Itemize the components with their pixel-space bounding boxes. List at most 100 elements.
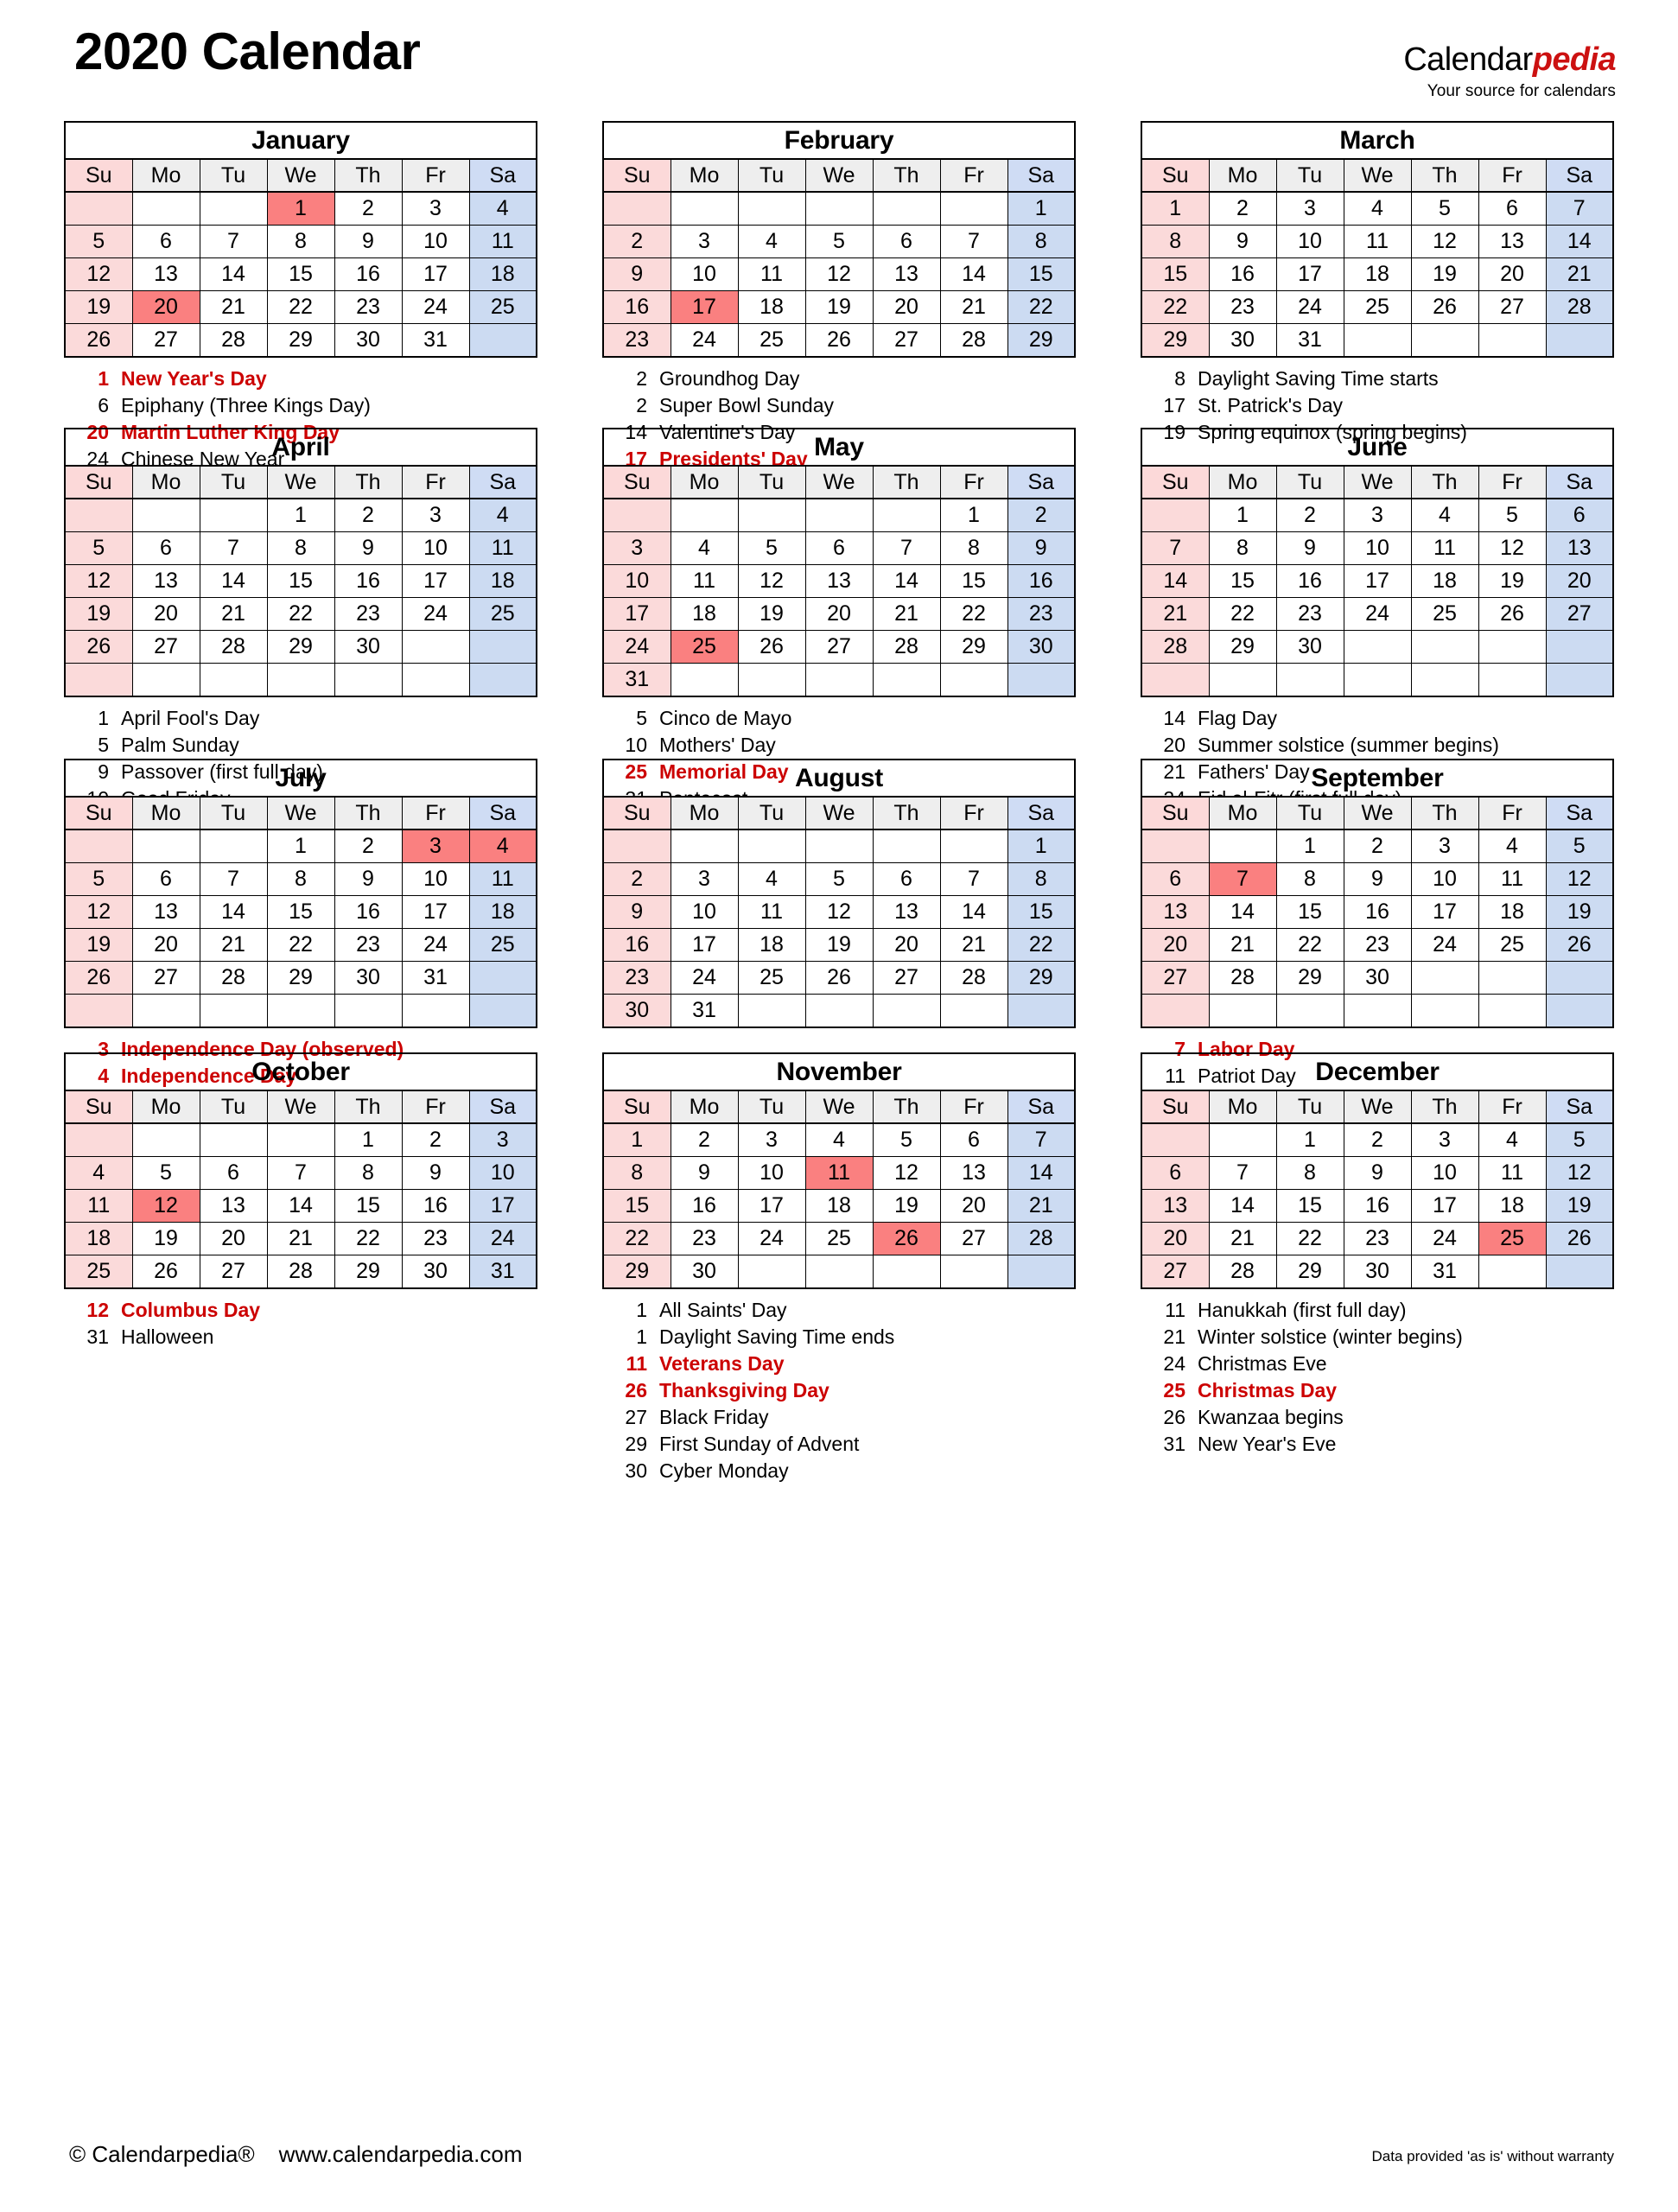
day-cell[interactable]: 27 (1545, 597, 1614, 631)
day-cell[interactable]: 10 (401, 225, 470, 258)
day-cell[interactable]: 9 (1275, 531, 1344, 565)
day-cell[interactable]: 1 (1275, 1122, 1344, 1157)
day-cell[interactable]: 27 (804, 630, 874, 664)
day-cell[interactable]: 6 (1545, 498, 1614, 532)
day-cell[interactable]: 29 (1275, 961, 1344, 995)
day-cell[interactable]: 17 (468, 1189, 537, 1223)
day-cell[interactable]: 8 (266, 531, 335, 565)
day-cell[interactable]: 1 (1007, 191, 1076, 226)
day-cell[interactable]: 13 (131, 564, 200, 598)
day-cell[interactable]: 29 (1141, 323, 1210, 358)
day-cell[interactable]: 9 (1343, 1156, 1412, 1190)
day-cell[interactable]: 16 (401, 1189, 470, 1223)
day-cell[interactable]: 8 (1141, 225, 1210, 258)
day-cell[interactable]: 31 (602, 663, 671, 697)
day-cell[interactable]: 18 (468, 564, 537, 598)
day-cell[interactable]: 28 (1208, 961, 1277, 995)
day-cell[interactable]: 15 (1275, 1189, 1344, 1223)
day-cell[interactable]: 19 (1545, 895, 1614, 929)
day-cell[interactable]: 24 (1343, 597, 1412, 631)
day-cell[interactable]: 12 (64, 895, 133, 929)
day-cell[interactable]: 11 (804, 1156, 874, 1190)
day-cell[interactable]: 25 (468, 597, 537, 631)
day-cell[interactable]: 15 (266, 257, 335, 291)
day-cell[interactable]: 22 (1275, 1222, 1344, 1255)
day-cell[interactable]: 16 (1275, 564, 1344, 598)
day-cell[interactable]: 12 (804, 257, 874, 291)
day-cell[interactable]: 2 (670, 1122, 739, 1157)
day-cell[interactable]: 30 (602, 994, 671, 1028)
day-cell[interactable]: 8 (939, 531, 1008, 565)
day-cell[interactable]: 24 (468, 1222, 537, 1255)
day-cell[interactable]: 8 (334, 1156, 403, 1190)
day-cell[interactable]: 9 (602, 895, 671, 929)
day-cell[interactable]: 26 (872, 1222, 941, 1255)
day-cell[interactable]: 7 (872, 531, 941, 565)
day-cell[interactable]: 12 (1478, 531, 1547, 565)
day-cell[interactable]: 2 (1343, 829, 1412, 863)
day-cell[interactable]: 30 (1275, 630, 1344, 664)
day-cell[interactable]: 16 (670, 1189, 739, 1223)
day-cell[interactable]: 18 (468, 895, 537, 929)
day-cell[interactable]: 16 (602, 290, 671, 324)
day-cell[interactable]: 23 (1007, 597, 1076, 631)
day-cell[interactable]: 29 (1275, 1255, 1344, 1289)
day-cell[interactable]: 8 (1007, 862, 1076, 896)
day-cell[interactable]: 22 (266, 597, 335, 631)
day-cell[interactable]: 4 (737, 225, 806, 258)
day-cell[interactable]: 12 (872, 1156, 941, 1190)
day-cell[interactable]: 17 (401, 564, 470, 598)
day-cell[interactable]: 24 (1410, 928, 1479, 962)
day-cell[interactable]: 17 (1343, 564, 1412, 598)
day-cell[interactable]: 17 (1275, 257, 1344, 291)
day-cell[interactable]: 19 (64, 290, 133, 324)
day-cell[interactable]: 19 (64, 597, 133, 631)
day-cell[interactable]: 24 (401, 928, 470, 962)
day-cell[interactable]: 31 (401, 323, 470, 358)
day-cell[interactable]: 24 (1410, 1222, 1479, 1255)
day-cell[interactable]: 23 (401, 1222, 470, 1255)
day-cell[interactable]: 25 (1478, 1222, 1547, 1255)
day-cell[interactable]: 22 (1275, 928, 1344, 962)
day-cell[interactable]: 25 (1478, 928, 1547, 962)
day-cell[interactable]: 16 (1343, 1189, 1412, 1223)
day-cell[interactable]: 15 (1141, 257, 1210, 291)
day-cell[interactable]: 9 (1208, 225, 1277, 258)
day-cell[interactable]: 27 (131, 961, 200, 995)
day-cell[interactable]: 29 (334, 1255, 403, 1289)
day-cell[interactable]: 15 (334, 1189, 403, 1223)
day-cell[interactable]: 12 (64, 564, 133, 598)
day-cell[interactable]: 28 (939, 961, 1008, 995)
day-cell[interactable]: 23 (602, 323, 671, 358)
day-cell[interactable]: 5 (804, 862, 874, 896)
day-cell[interactable]: 13 (872, 257, 941, 291)
day-cell[interactable]: 12 (737, 564, 806, 598)
day-cell[interactable]: 9 (334, 225, 403, 258)
day-cell[interactable]: 18 (1410, 564, 1479, 598)
day-cell[interactable]: 6 (1141, 862, 1210, 896)
day-cell[interactable]: 26 (1545, 928, 1614, 962)
day-cell[interactable]: 21 (1208, 928, 1277, 962)
day-cell[interactable]: 30 (1208, 323, 1277, 358)
day-cell[interactable]: 15 (266, 895, 335, 929)
day-cell[interactable]: 15 (1007, 257, 1076, 291)
day-cell[interactable]: 23 (1343, 1222, 1412, 1255)
day-cell[interactable]: 27 (872, 961, 941, 995)
day-cell[interactable]: 20 (872, 290, 941, 324)
day-cell[interactable]: 14 (939, 257, 1008, 291)
calendarpedia-url[interactable]: www.calendarpedia.com (279, 2141, 523, 2167)
day-cell[interactable]: 20 (131, 928, 200, 962)
day-cell[interactable]: 2 (334, 829, 403, 863)
day-cell[interactable]: 7 (939, 862, 1008, 896)
day-cell[interactable]: 14 (939, 895, 1008, 929)
day-cell[interactable]: 26 (804, 961, 874, 995)
day-cell[interactable]: 3 (1343, 498, 1412, 532)
day-cell[interactable]: 23 (1208, 290, 1277, 324)
day-cell[interactable]: 24 (670, 961, 739, 995)
day-cell[interactable]: 5 (64, 225, 133, 258)
day-cell[interactable]: 6 (939, 1122, 1008, 1157)
day-cell[interactable]: 2 (1208, 191, 1277, 226)
day-cell[interactable]: 11 (468, 862, 537, 896)
day-cell[interactable]: 7 (939, 225, 1008, 258)
day-cell[interactable]: 16 (334, 257, 403, 291)
